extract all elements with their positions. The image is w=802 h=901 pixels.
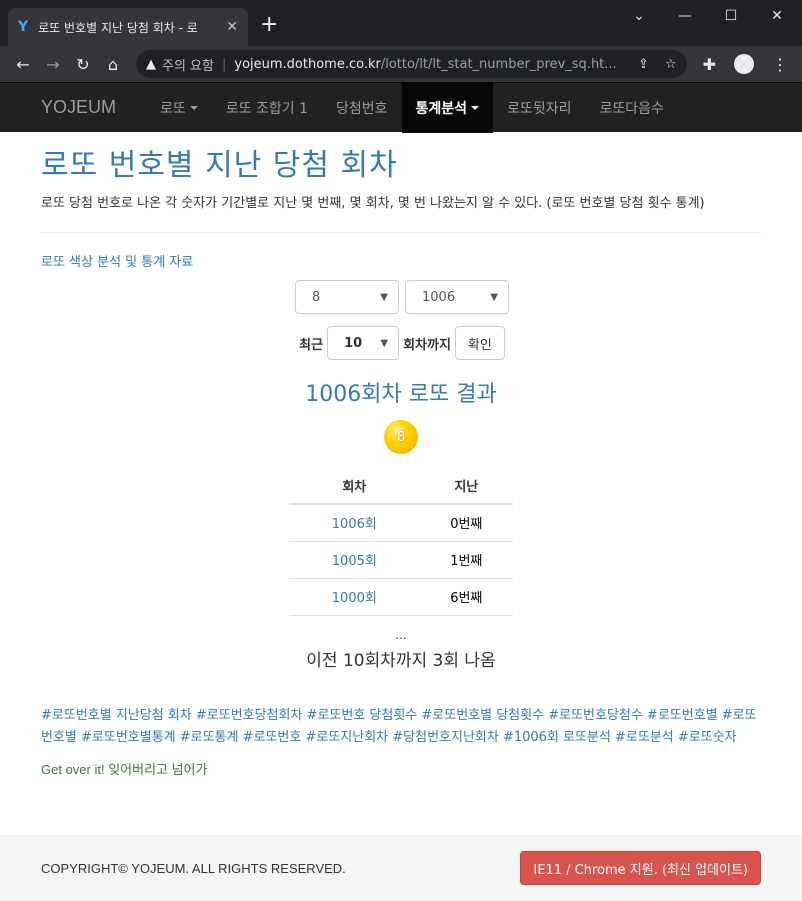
nav-item-stats[interactable]: 통계분석: [401, 82, 494, 133]
nav-item-label: 로또뒷자리: [507, 100, 572, 117]
url-path: /lotto/lt/lt_stat_number_prev_sq.ht...: [380, 56, 617, 72]
forward-icon[interactable]: →: [38, 55, 68, 74]
round-select-value: 1006: [422, 289, 456, 305]
recent-label: 최근: [299, 337, 324, 353]
profile-avatar-icon[interactable]: [734, 54, 754, 74]
round-link[interactable]: 1006회: [289, 504, 420, 542]
url-host: yojeum.dothome.co.kr: [234, 56, 381, 72]
table-header-ago: 지난: [419, 468, 513, 505]
bookmark-star-icon[interactable]: ☆: [665, 57, 677, 72]
ago-cell: 0번째: [419, 504, 513, 542]
table-row: 1006회 0번째: [289, 504, 513, 542]
close-window-icon[interactable]: ✕: [754, 2, 800, 30]
reload-icon[interactable]: ↻: [68, 55, 98, 74]
chevron-down-icon: ▼: [380, 291, 388, 303]
site-favicon-icon: Y: [18, 19, 29, 35]
nav-item-winning-numbers[interactable]: 당첨번호: [322, 83, 402, 133]
minimize-icon[interactable]: —: [662, 2, 708, 30]
share-icon[interactable]: ⇪: [638, 57, 649, 72]
table-header-round: 회차: [289, 468, 420, 505]
table-row: 1005회 1번째: [289, 541, 513, 579]
nav-item-lotto[interactable]: 로또: [146, 83, 212, 133]
round-link[interactable]: 1005회: [289, 541, 420, 579]
browser-support-button[interactable]: IE11 / Chrome 지원. (최신 업데이트): [520, 851, 761, 885]
main-content: 로또 번호별 지난 당첨 회차 로또 당첨 번호로 나온 각 숫자가 기간별로 …: [0, 140, 802, 778]
back-icon[interactable]: ←: [8, 55, 38, 74]
security-label: 주의 요함: [162, 58, 214, 74]
extensions-icon[interactable]: ✚: [703, 55, 716, 74]
tab-search-icon[interactable]: ⌄: [616, 2, 662, 30]
hashtag-links[interactable]: #로또번호별 지난당첨 회차 #로또번호당첨회차 #로또번호 당첨횟수 #로또번…: [41, 705, 761, 749]
site-brand[interactable]: YOJEUM: [0, 97, 146, 118]
divider: [41, 232, 761, 233]
nav-item-label: 로또다음수: [599, 100, 664, 117]
recent-select-value: 10: [344, 335, 363, 351]
site-navbar: YOJEUM 로또 로또 조합기 1 당첨번호 통계분석 로또뒷자리 로또다음수: [0, 82, 802, 133]
menu-kebab-icon[interactable]: ⋮: [772, 55, 788, 74]
confirm-button[interactable]: 확인: [454, 326, 505, 360]
browser-toolbar: ← → ↻ ⌂ ▲ 주의 요함 | yojeum.dothome.co.kr /…: [0, 46, 802, 82]
result-title: 1006회차 로또 결과: [305, 382, 497, 407]
lotto-ball: 8: [384, 420, 418, 454]
copyright-text: COPYRIGHT© YOJEUM. ALL RIGHTS RESERVED.: [41, 860, 346, 876]
number-select-value: 8: [312, 289, 321, 305]
recent-row: 최근 10 ▼ 회차까지 확인: [41, 326, 761, 360]
page-title: 로또 번호별 지난 당첨 회차: [41, 148, 398, 183]
ago-cell: 1번째: [419, 541, 513, 579]
chevron-down-icon: ▼: [490, 291, 498, 303]
caret-down-icon: [471, 105, 480, 110]
nav-item-next-number[interactable]: 로또다음수: [585, 83, 677, 133]
home-icon[interactable]: ⌂: [98, 55, 128, 74]
ago-cell: 6번째: [419, 578, 513, 616]
nav-item-label: 로또: [160, 100, 186, 117]
number-select[interactable]: 8 ▼: [295, 280, 399, 314]
motto-text: Get over it! 잊어버리고 넘어가: [41, 761, 208, 777]
browser-titlebar: Y 로또 번호별 지난 당첨 회차 - 로 ✕ + ⌄ — ☐ ✕: [0, 0, 802, 46]
browser-tab[interactable]: Y 로또 번호별 지난 당첨 회차 - 로 ✕: [8, 8, 248, 46]
page-footer: COPYRIGHT© YOJEUM. ALL RIGHTS RESERVED. …: [0, 835, 802, 901]
page-description: 로또 당첨 번호로 나온 각 숫자가 기간별로 지난 몇 번째, 몇 회차, 몇…: [41, 196, 705, 211]
nav-item-last-digit[interactable]: 로또뒷자리: [493, 83, 585, 133]
recent-select[interactable]: 10 ▼: [327, 326, 400, 360]
caret-down-icon: [189, 105, 198, 110]
result-table: 회차 지난 1006회 0번째 1005회 1번째 1000회 6번째: [289, 468, 513, 616]
chevron-down-icon: ▼: [380, 337, 389, 349]
table-row: 1000회 6번째: [289, 578, 513, 616]
result-summary: 이전 10회차까지 3회 나옴: [306, 650, 496, 671]
close-tab-icon[interactable]: ✕: [226, 19, 238, 35]
round-link[interactable]: 1000회: [289, 578, 420, 616]
new-tab-icon[interactable]: +: [260, 12, 278, 38]
maximize-icon[interactable]: ☐: [708, 2, 754, 30]
until-label: 회차까지: [403, 337, 451, 353]
address-separator: |: [221, 56, 227, 72]
nav-item-label: 통계분석: [415, 100, 468, 117]
round-select[interactable]: 1006 ▼: [405, 280, 509, 314]
tab-title: 로또 번호별 지난 당첨 회차 - 로: [38, 20, 198, 35]
address-bar[interactable]: ▲ 주의 요함 | yojeum.dothome.co.kr /lotto/lt…: [136, 50, 687, 78]
nav-item-combinator[interactable]: 로또 조합기 1: [212, 83, 322, 133]
select-row: 8 ▼ 1006 ▼: [41, 280, 761, 314]
nav-item-label: 당첨번호: [336, 100, 388, 117]
color-analysis-link[interactable]: 로또 색상 분석 및 통계 자료: [41, 251, 193, 270]
more-ellipsis: ...: [395, 627, 407, 642]
nav-item-label: 로또 조합기 1: [225, 100, 308, 117]
warning-icon: ▲: [146, 56, 156, 72]
